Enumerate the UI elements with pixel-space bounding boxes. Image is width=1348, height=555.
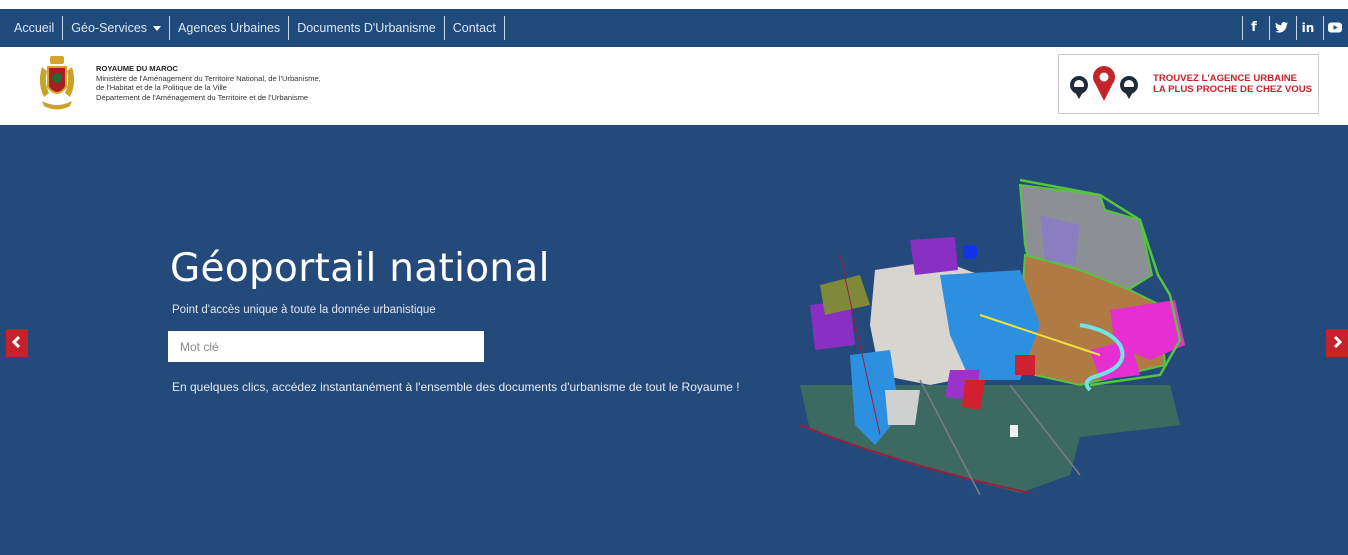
nav-item-accueil[interactable]: Accueil [6, 16, 64, 40]
hero-carousel: Géoportail national Point d'accès unique… [0, 125, 1348, 555]
carousel-prev-button[interactable] [6, 329, 28, 357]
nav-item-label: Agences Urbaines [178, 21, 281, 35]
chevron-left-icon [11, 335, 21, 349]
hero-subtitle: Point d'accès unique à toute la donnée u… [172, 304, 436, 316]
facebook-glyph: f [1251, 20, 1257, 35]
top-navigation-bar: Accueil Géo-Services Agences Urbaines Do… [0, 9, 1348, 47]
institution-name: ROYAUME DU MAROC Ministère de l'Aménagem… [96, 64, 321, 102]
institution-line-4: Département de l'Aménagement du Territoi… [96, 92, 309, 102]
caret-down-icon [153, 25, 162, 31]
chevron-right-icon [1333, 335, 1343, 349]
find-agency-banner[interactable]: TROUVEZ L'AGENCE URBAINE LA PLUS PROCHE … [1058, 54, 1319, 114]
hero-title: Géoportail national [170, 246, 550, 291]
site-header: ROYAUME DU MAROC Ministère de l'Aménagem… [0, 47, 1348, 125]
nav-menu: Accueil Géo-Services Agences Urbaines Do… [0, 9, 505, 47]
promo-line-1: TROUVEZ L'AGENCE URBAINE [1153, 73, 1298, 84]
nav-item-label: Accueil [14, 21, 55, 35]
nav-item-agences-urbaines[interactable]: Agences Urbaines [170, 16, 290, 40]
institution-line-3: de l'Habitat et de la Politique de la Vi… [96, 83, 227, 93]
promo-line-2: LA PLUS PROCHE DE CHEZ VOUS [1153, 84, 1313, 95]
coat-of-arms-icon[interactable] [34, 53, 80, 113]
urban-plan-map-illustration [799, 178, 1185, 496]
youtube-icon[interactable] [1323, 16, 1346, 40]
linkedin-icon[interactable]: in [1296, 16, 1319, 40]
institution-line-1: ROYAUME DU MAROC [96, 64, 178, 73]
promo-text: TROUVEZ L'AGENCE URBAINE LA PLUS PROCHE … [1153, 73, 1312, 95]
nav-item-geo-services[interactable]: Géo-Services [63, 16, 171, 40]
nav-item-contact[interactable]: Contact [445, 16, 505, 40]
nav-item-label: Documents D'Urbanisme [297, 21, 436, 35]
keyword-search-input[interactable] [168, 331, 484, 362]
map-pins-icon [1070, 66, 1138, 101]
linkedin-glyph: in [1301, 21, 1315, 35]
nav-item-documents-urbanisme[interactable]: Documents D'Urbanisme [289, 16, 445, 40]
twitter-icon[interactable] [1269, 16, 1292, 40]
facebook-icon[interactable]: f [1242, 16, 1265, 40]
carousel-next-button[interactable] [1326, 329, 1348, 357]
nav-item-label: Contact [452, 21, 496, 35]
nav-item-label: Géo-Services [71, 21, 148, 35]
hero-description: En quelques clics, accédez instantanémen… [172, 380, 740, 394]
social-links: f in [1238, 9, 1348, 47]
institution-line-2: Ministère de l'Aménagement du Territoire… [96, 73, 321, 83]
